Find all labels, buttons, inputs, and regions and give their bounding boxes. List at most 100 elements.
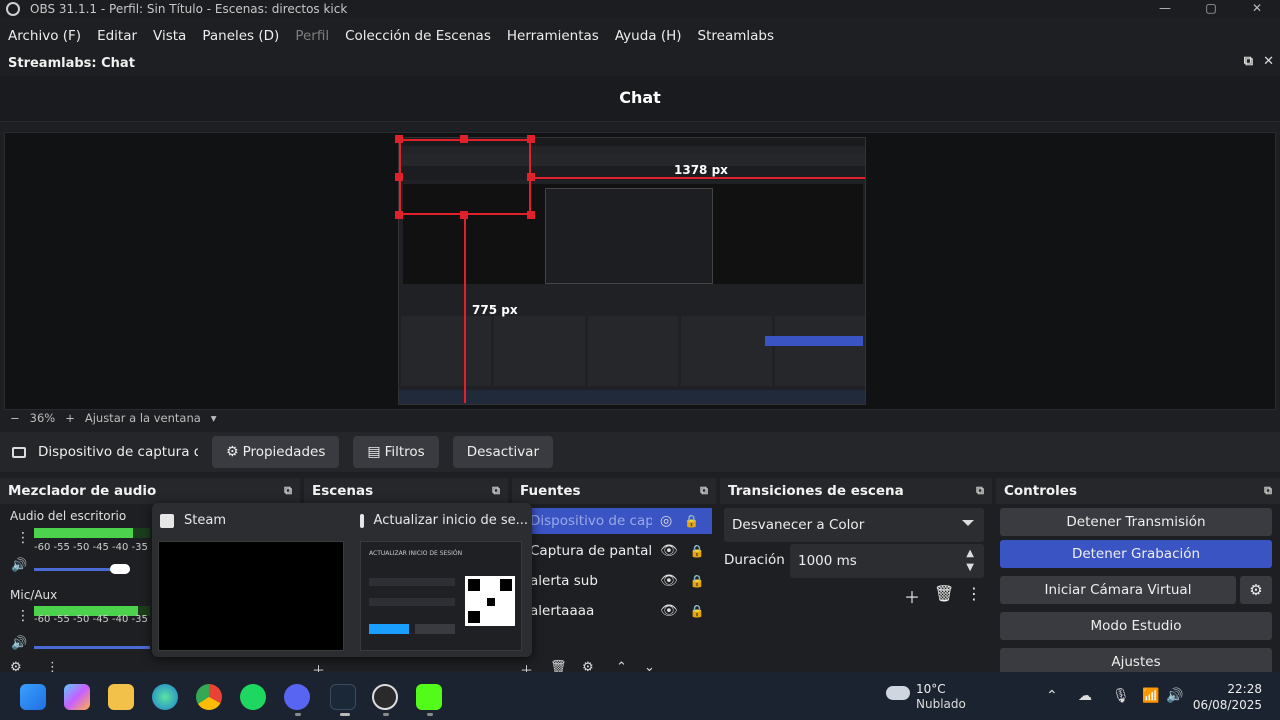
kick-icon[interactable] bbox=[416, 684, 442, 710]
transitions-dock: Transiciones de escena ⧉ Desvanecer a Col… bbox=[720, 478, 992, 678]
fit-window-select[interactable]: Ajustar a la ventana bbox=[85, 411, 201, 425]
menu-perfil[interactable]: Perfil bbox=[295, 28, 329, 44]
resize-handle[interactable] bbox=[395, 135, 403, 143]
wifi-icon[interactable]: 📶 bbox=[1142, 688, 1159, 704]
chrome-icon[interactable] bbox=[196, 684, 222, 710]
steam-icon bbox=[360, 513, 364, 528]
menu-streamlabs[interactable]: Streamlabs bbox=[698, 28, 774, 44]
speaker-icon[interactable]: 🔊 bbox=[11, 558, 27, 573]
obs-icon[interactable] bbox=[372, 684, 398, 710]
volume-slider[interactable] bbox=[34, 646, 150, 649]
window-thumbnail[interactable] bbox=[158, 541, 344, 651]
menu-coleccion-escenas[interactable]: Colección de Escenas bbox=[345, 28, 491, 44]
close-button[interactable]: ✕ bbox=[1234, 0, 1280, 18]
lock-icon[interactable]: 🔒 bbox=[684, 514, 699, 528]
copilot-icon[interactable] bbox=[64, 684, 90, 710]
resize-handle[interactable] bbox=[527, 211, 535, 219]
trash-icon[interactable]: 🗑 bbox=[934, 584, 954, 603]
maximize-button[interactable]: ▢ bbox=[1188, 0, 1234, 18]
window-thumbnail[interactable]: ACTUALIZAR INICIO DE SESIÓN bbox=[360, 541, 522, 651]
source-item[interactable]: Captura de pantall 👁 🔒 bbox=[530, 538, 710, 564]
discord-icon[interactable] bbox=[284, 684, 310, 710]
speaker-icon[interactable]: 🔊 bbox=[11, 636, 27, 651]
zoom-out-button[interactable]: − bbox=[10, 411, 20, 425]
resize-handle[interactable] bbox=[527, 135, 535, 143]
chat-dock-header: Streamlabs: Chat ⧉ ✕ bbox=[0, 52, 1280, 74]
resize-handle[interactable] bbox=[395, 211, 403, 219]
kebab-menu-icon[interactable]: ⋮ bbox=[966, 584, 982, 603]
zoom-bar: − 36% + Ajustar a la ventana ▾ bbox=[0, 410, 1280, 426]
chevron-up-icon[interactable]: ▲ bbox=[966, 548, 974, 559]
duration-input[interactable]: 1000 ms ▲ ▼ bbox=[790, 544, 984, 578]
virtual-camera-settings-icon[interactable]: ⚙ bbox=[1240, 576, 1272, 604]
steam-icon[interactable] bbox=[330, 684, 356, 710]
lock-icon[interactable]: 🔒 bbox=[690, 544, 705, 558]
preview-item-update-login[interactable]: Actualizar inicio de se... bbox=[360, 513, 528, 528]
audio-channel-name: Mic/Aux bbox=[10, 588, 58, 602]
menu-vista[interactable]: Vista bbox=[153, 28, 186, 44]
menu-ayuda[interactable]: Ayuda (H) bbox=[615, 28, 682, 44]
spotify-icon[interactable] bbox=[240, 684, 266, 710]
menu-editar[interactable]: Editar bbox=[97, 28, 137, 44]
eye-icon[interactable]: 👁 bbox=[660, 573, 678, 589]
properties-label: Propiedades bbox=[242, 444, 326, 460]
thumbnail-heading: ACTUALIZAR INICIO DE SESIÓN bbox=[369, 550, 463, 557]
audio-mixer-title: Mezclador de audio bbox=[8, 483, 157, 499]
source-item[interactable]: alerta sub 👁 🔒 bbox=[530, 568, 710, 594]
deactivate-button[interactable]: Desactivar bbox=[452, 436, 554, 468]
chat-dock-title: Streamlabs: Chat bbox=[8, 55, 135, 71]
lock-icon[interactable]: 🔒 bbox=[690, 604, 705, 618]
kebab-menu-icon[interactable]: ⋮ bbox=[16, 608, 30, 624]
kebab-menu-icon[interactable]: ⋮ bbox=[16, 530, 30, 546]
menu-archivo[interactable]: Archivo (F) bbox=[8, 28, 81, 44]
system-clock[interactable]: 22:28 06/08/2025 bbox=[1193, 681, 1262, 713]
float-dock-icon[interactable]: ⧉ bbox=[700, 484, 708, 498]
resize-handle[interactable] bbox=[395, 173, 403, 181]
stop-stream-button[interactable]: Detener Transmisión bbox=[1000, 508, 1272, 536]
chevron-down-icon bbox=[962, 520, 974, 526]
onedrive-icon[interactable]: ☁ bbox=[1078, 688, 1092, 704]
hidden-eye-icon[interactable]: ◎ bbox=[660, 513, 672, 529]
selection-box[interactable] bbox=[399, 139, 531, 215]
menu-paneles[interactable]: Paneles (D) bbox=[202, 28, 279, 44]
float-dock-icon[interactable]: ⧉ bbox=[976, 484, 984, 498]
taskbar-preview-popup: Steam Actualizar inicio de se... ACTUALI… bbox=[152, 503, 532, 657]
microphone-icon[interactable]: 🎙 bbox=[1112, 688, 1130, 704]
chevron-down-icon[interactable]: ▼ bbox=[966, 562, 974, 573]
sources-title: Fuentes bbox=[520, 483, 581, 499]
clock-time: 22:28 bbox=[1227, 682, 1262, 696]
preview-item-label: Actualizar inicio de se... bbox=[373, 513, 528, 528]
properties-button[interactable]: ⚙ Propiedades bbox=[212, 436, 340, 468]
float-dock-icon[interactable]: ⧉ bbox=[1244, 54, 1253, 69]
float-dock-icon[interactable]: ⧉ bbox=[284, 484, 292, 498]
float-dock-icon[interactable]: ⧉ bbox=[1264, 484, 1272, 498]
chevron-up-icon[interactable]: ⌃ bbox=[1046, 688, 1058, 704]
studio-mode-button[interactable]: Modo Estudio bbox=[1000, 612, 1272, 640]
transition-select[interactable]: Desvanecer a Color bbox=[724, 508, 984, 542]
menu-herramientas[interactable]: Herramientas bbox=[507, 28, 599, 44]
filters-button[interactable]: ▤ Filtros bbox=[353, 436, 439, 468]
chevron-down-icon[interactable]: ▾ bbox=[211, 411, 217, 425]
minimize-button[interactable]: — bbox=[1142, 0, 1188, 18]
stop-recording-button[interactable]: Detener Grabación bbox=[1000, 540, 1272, 568]
width-guide-line bbox=[531, 177, 865, 179]
add-icon[interactable]: ＋ bbox=[904, 584, 920, 608]
windows-start-icon[interactable] bbox=[20, 684, 46, 710]
resize-handle[interactable] bbox=[460, 135, 468, 143]
source-item[interactable]: Dispositivo de cap ◎ 🔒 bbox=[526, 508, 712, 534]
float-dock-icon[interactable]: ⧉ bbox=[492, 484, 500, 498]
close-dock-icon[interactable]: ✕ bbox=[1263, 54, 1274, 69]
file-explorer-icon[interactable] bbox=[108, 684, 134, 710]
volume-slider-knob[interactable] bbox=[110, 564, 130, 574]
virtual-camera-button[interactable]: Iniciar Cámara Virtual bbox=[1000, 576, 1236, 604]
eye-icon[interactable]: 👁 bbox=[660, 543, 678, 559]
source-item[interactable]: alertaaaa 👁 🔒 bbox=[530, 598, 710, 624]
volume-icon[interactable]: 🔊 bbox=[1166, 688, 1183, 704]
filters-label: Filtros bbox=[384, 444, 425, 460]
eye-icon[interactable]: 👁 bbox=[660, 603, 678, 619]
volume-meter bbox=[34, 528, 150, 538]
preview-item-steam[interactable]: Steam bbox=[160, 513, 226, 528]
lock-icon[interactable]: 🔒 bbox=[690, 574, 705, 588]
zoom-in-button[interactable]: + bbox=[65, 411, 75, 425]
edge-icon[interactable] bbox=[152, 684, 178, 710]
